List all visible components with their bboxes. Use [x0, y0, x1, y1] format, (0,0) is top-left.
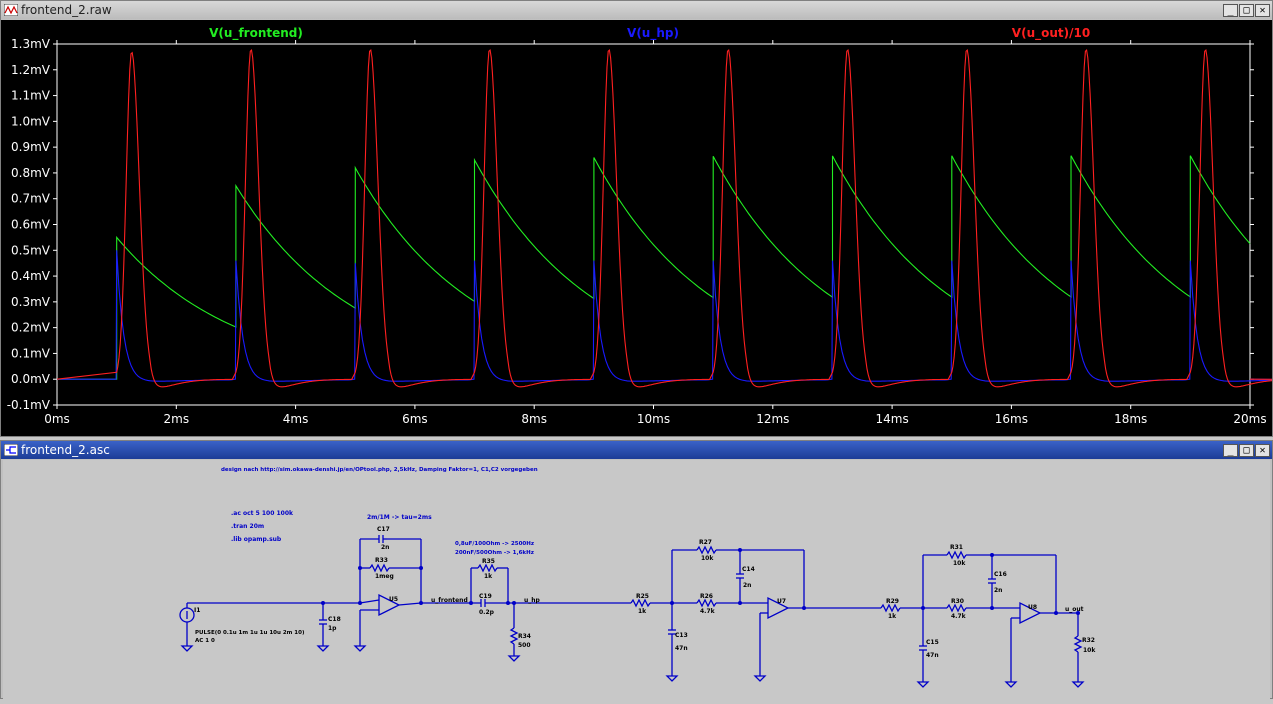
value-C18: 1p [328, 625, 337, 632]
series-u-out [56, 49, 1273, 388]
value-I1-pulse: PULSE(0 0.1u 1m 1u 1u 10u 2m 10) [195, 630, 305, 636]
schematic-titlebar[interactable]: frontend_2.asc _ □ ✕ [1, 441, 1272, 459]
directive-tran: .tran 20m [231, 523, 264, 530]
label-R26: R26 [700, 593, 713, 600]
close-button[interactable]: ✕ [1255, 443, 1270, 457]
schematic-header-note: design nach http://sim.okawa-denshi.jp/e… [221, 467, 538, 473]
note-tau: 2m/1M -> tau=2ms [367, 514, 432, 521]
y-tick-label: 0.2mV [11, 321, 51, 335]
y-tick-label: -0.1mV [7, 398, 51, 412]
value-C13: 47n [675, 645, 688, 652]
label-R27: R27 [699, 539, 712, 546]
label-I1: I1 [194, 607, 200, 614]
x-tick-label: 20ms [1233, 412, 1266, 426]
label-C18: C18 [328, 616, 341, 623]
series-u-hp [57, 250, 1273, 382]
value-C16: 2n [994, 587, 1002, 594]
x-tick-label: 4ms [283, 412, 309, 426]
waveform-app-icon [3, 3, 19, 17]
maximize-button[interactable]: □ [1239, 3, 1254, 17]
value-C19: 0.2p [479, 609, 495, 616]
y-tick-label: 0.7mV [11, 192, 51, 206]
maximize-button[interactable]: □ [1239, 443, 1254, 457]
y-tick-label: 1.2mV [11, 63, 51, 77]
minimize-button[interactable]: _ [1223, 443, 1238, 457]
x-tick-label: 12ms [756, 412, 789, 426]
directive-lib: .lib opamp.sub [231, 536, 282, 543]
y-tick-label: 0.0mV [11, 372, 51, 386]
note-hp1: 0,8uF/100Ohm -> 2500Hz [455, 541, 534, 547]
label-R32: R32 [1082, 637, 1095, 644]
value-C17: 2n [381, 544, 389, 551]
label-U8: U8 [1028, 604, 1037, 611]
value-R33: 1meg [375, 573, 394, 580]
y-tick-label: 0.1mV [11, 346, 51, 360]
y-tick-label: 1.1mV [11, 89, 51, 103]
label-R35: R35 [482, 558, 495, 565]
y-tick-label: 0.3mV [11, 295, 51, 309]
schematic-canvas[interactable]: design nach http://sim.okawa-denshi.jp/e… [3, 460, 1270, 700]
value-R25: 1k [638, 608, 647, 615]
value-R34: 500 [518, 642, 531, 649]
label-C15: C15 [926, 639, 939, 646]
x-tick-label: 18ms [1114, 412, 1147, 426]
x-tick-label: 2ms [164, 412, 190, 426]
y-tick-label: 0.6mV [11, 218, 51, 232]
net-label-u-frontend: u_frontend [431, 597, 468, 604]
schematic-drawing: design nach http://sim.okawa-denshi.jp/e… [179, 467, 1096, 688]
waveform-chart: -0.1mV 0.0mV 0.1mV 0.2mV 0.3mV 0.4mV 0.5mV 0.6m… [7, 26, 1273, 426]
waveform-window-title: frontend_2.raw [21, 3, 112, 17]
note-hp2: 200nF/500Ohm -> 1,6kHz [455, 550, 534, 556]
waveform-window: frontend_2.raw _ □ ✕ -0.1mV 0.0mV 0.1mV 0.2… [0, 0, 1273, 437]
value-R27: 10k [701, 555, 714, 562]
y-tick-label: 0.5mV [11, 243, 51, 257]
label-C13: C13 [675, 632, 688, 639]
x-tick-label: 14ms [875, 412, 908, 426]
schematic-window: frontend_2.asc _ □ ✕ design nach http://… [0, 440, 1273, 700]
y-tick-label: 0.8mV [11, 166, 51, 180]
value-R32: 10k [1083, 647, 1096, 654]
y-tick-label: 0.9mV [11, 140, 51, 154]
value-R26: 4.7k [700, 608, 716, 615]
value-R30: 4.7k [951, 613, 967, 620]
x-tick-label: 10ms [637, 412, 670, 426]
value-C15: 47n [926, 652, 939, 659]
net-label-u-hp: u_hp [524, 597, 541, 604]
schematic-app-icon [3, 443, 19, 457]
legend-0: V(u_frontend) [209, 26, 303, 41]
x-tick-label: 6ms [402, 412, 428, 426]
waveform-titlebar[interactable]: frontend_2.raw _ □ ✕ [1, 1, 1272, 19]
legend-1: V(u_hp) [627, 26, 679, 41]
x-tick-label: 8ms [521, 412, 547, 426]
y-tick-label: 1.3mV [11, 37, 51, 51]
value-R31: 10k [953, 560, 966, 567]
schematic-window-title: frontend_2.asc [21, 443, 110, 457]
value-I1-ac: AC 1 0 [195, 638, 215, 644]
label-R30: R30 [951, 598, 964, 605]
y-tick-label: 0.4mV [11, 269, 51, 283]
label-R25: R25 [636, 593, 649, 600]
value-C14: 2n [743, 582, 751, 589]
label-R29: R29 [886, 598, 899, 605]
x-tick-label: 0ms [44, 412, 70, 426]
close-button[interactable]: ✕ [1255, 3, 1270, 17]
label-U7: U7 [777, 598, 786, 605]
label-U5: U5 [389, 596, 398, 603]
label-R33: R33 [375, 557, 388, 564]
legend-2: V(u_out)/10 [1012, 26, 1090, 41]
minimize-button[interactable]: _ [1223, 3, 1238, 17]
label-C14: C14 [742, 566, 755, 573]
directive-ac: .ac oct 5 100 100k [231, 510, 294, 517]
waveform-plot-area[interactable]: -0.1mV 0.0mV 0.1mV 0.2mV 0.3mV 0.4mV 0.5mV 0.6m… [1, 20, 1273, 436]
y-tick-label: 1.0mV [11, 114, 51, 128]
value-R29: 1k [888, 613, 897, 620]
label-R31: R31 [950, 544, 963, 551]
value-R35: 1k [484, 573, 493, 580]
net-label-u-out: u_out [1065, 606, 1084, 613]
label-C16: C16 [994, 571, 1007, 578]
label-C19: C19 [479, 593, 492, 600]
label-R34: R34 [518, 633, 531, 640]
label-C17: C17 [377, 526, 390, 533]
x-tick-label: 16ms [995, 412, 1028, 426]
